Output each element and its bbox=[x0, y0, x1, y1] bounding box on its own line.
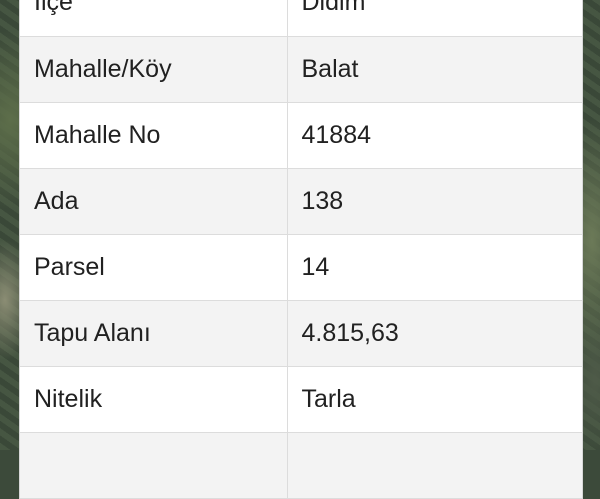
row-label: Ada bbox=[20, 168, 288, 235]
table-row-mahalle-no: Mahalle No 41884 bbox=[20, 102, 582, 169]
parcel-info-table: İlçe Didim Mahalle/Köy Balat Mahalle No … bbox=[20, 0, 582, 499]
row-label: Mahalle No bbox=[20, 102, 288, 169]
row-value: Tarla bbox=[287, 366, 582, 433]
table-row-tapu-alani: Tapu Alanı 4.815,63 bbox=[20, 300, 582, 367]
row-value: 14 bbox=[287, 234, 582, 301]
row-value: 138 bbox=[287, 168, 582, 235]
table-row-nitelik: Nitelik Tarla bbox=[20, 366, 582, 433]
row-value: Balat bbox=[287, 36, 582, 103]
table-row-parsel: Parsel 14 bbox=[20, 234, 582, 301]
row-value: 41884 bbox=[287, 102, 582, 169]
row-label: Mahalle/Köy bbox=[20, 36, 288, 103]
row-label: Parsel bbox=[20, 234, 288, 301]
table-row-partial bbox=[20, 432, 582, 499]
parcel-info-card: İlçe Didim Mahalle/Köy Balat Mahalle No … bbox=[19, 0, 583, 499]
row-label: İlçe bbox=[20, 0, 288, 37]
row-value: 4.815,63 bbox=[287, 300, 582, 367]
table-row-ilce: İlçe Didim bbox=[20, 0, 582, 37]
table-row-ada: Ada 138 bbox=[20, 168, 582, 235]
row-value: Didim bbox=[287, 0, 582, 37]
table-row-mahalle-koy: Mahalle/Köy Balat bbox=[20, 36, 582, 103]
row-label: Nitelik bbox=[20, 366, 288, 433]
row-label bbox=[20, 432, 288, 499]
row-label: Tapu Alanı bbox=[20, 300, 288, 367]
row-value bbox=[287, 432, 582, 499]
